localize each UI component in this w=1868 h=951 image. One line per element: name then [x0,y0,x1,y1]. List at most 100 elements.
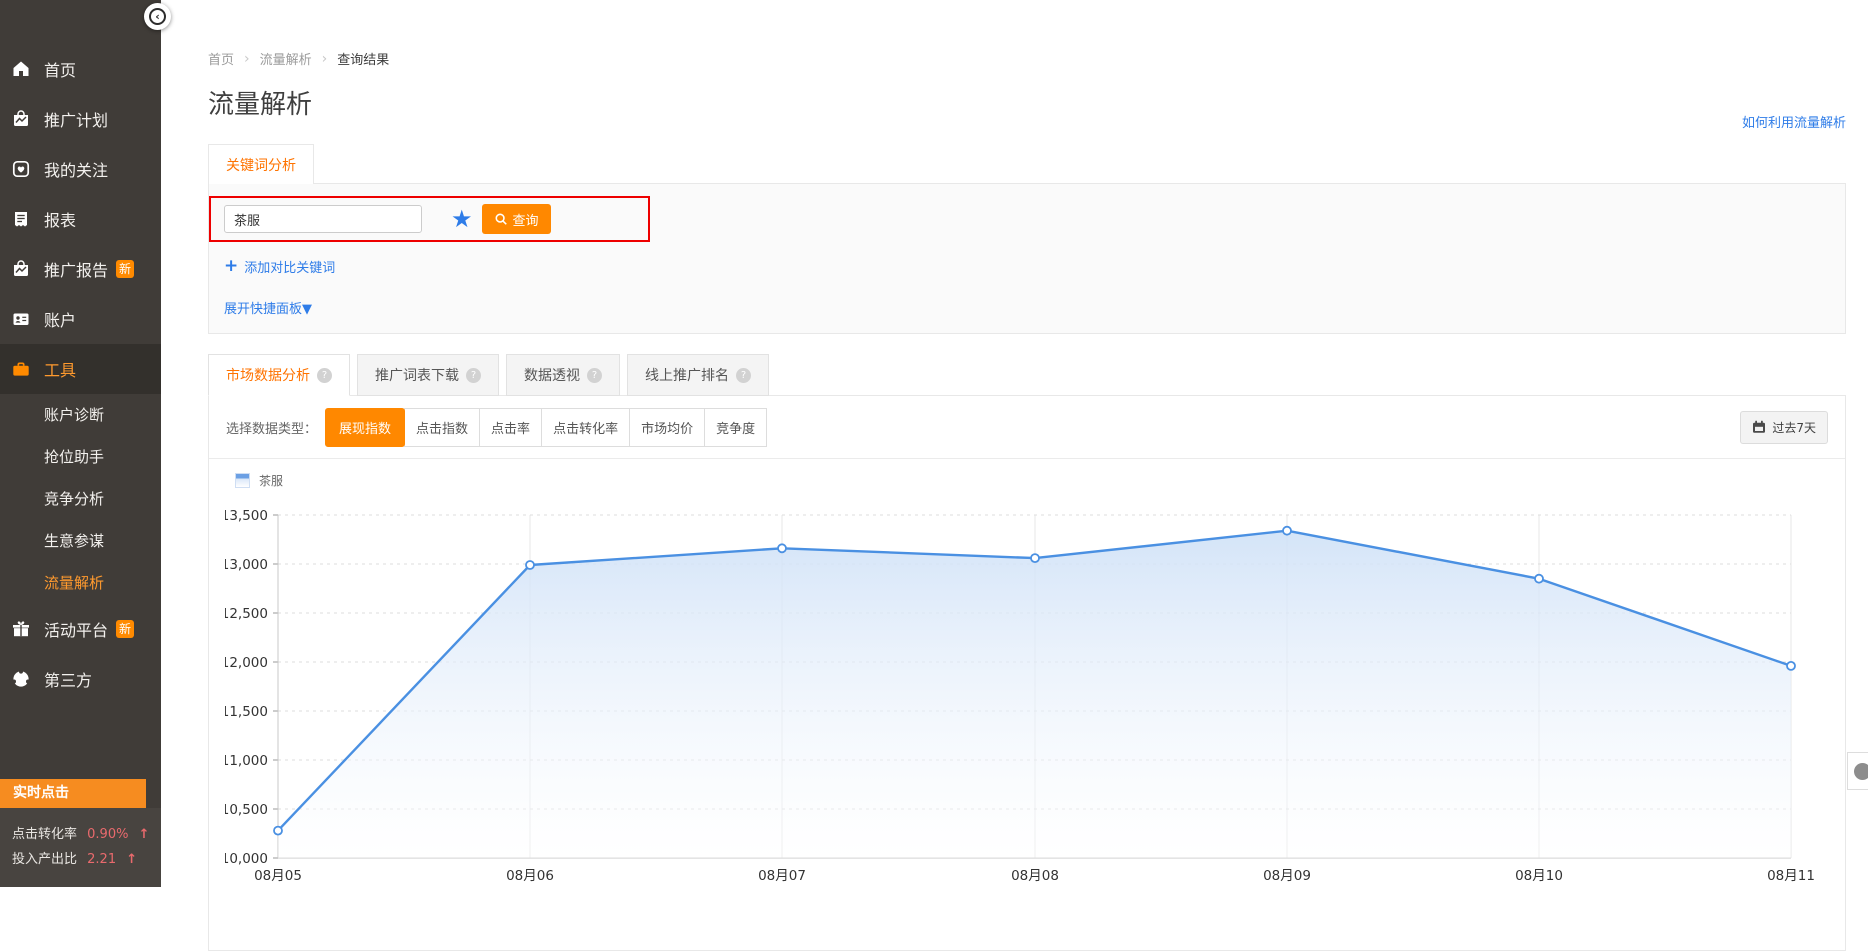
svg-text:10,500: 10,500 [225,802,268,818]
sidebar-item-activity-platform[interactable]: 活动平台 新 [0,604,161,654]
sidebar-item-label: 我的关注 [44,157,108,181]
svg-text:08月07: 08月07 [758,868,806,884]
sidebar-collapse-button[interactable]: ‹ [144,3,171,30]
date-range-label: 过去7天 [1772,419,1816,436]
sidebar-item-home[interactable]: 首页 [0,44,161,94]
sidebar-item-label: 推广计划 [44,107,108,131]
breadcrumb: 首页 › 流量解析 › 查询结果 [208,49,1846,68]
svg-text:11,000: 11,000 [225,753,268,769]
stat-value: 0.90% [87,827,128,842]
help-icon[interactable]: ? [317,368,332,383]
svg-text:08月05: 08月05 [254,868,302,884]
sidebar-subitem-rank-assistant[interactable]: 抢位助手 [0,436,161,478]
breadcrumb-separator: › [244,51,250,67]
expand-quick-panel-link[interactable]: 展开快捷面板▼ [224,298,1845,317]
new-badge: 新 [116,260,134,278]
sidebar-item-thirdparty[interactable]: 第三方 [0,654,161,704]
date-range-button[interactable]: 过去7天 [1740,411,1828,444]
keyword-panel: ★ 查询 + 添加对比关键词 展开快捷面板▼ [208,183,1846,334]
chart-panel: 选择数据类型： 展现指数 点击指数 点击率 点击转化率 市场均价 竞争度 过去7… [208,395,1846,951]
stat-roi: 投入产出比 2.21 ↑ [12,848,149,867]
up-arrow-icon: ↑ [126,852,137,867]
svg-text:11,500: 11,500 [225,704,268,720]
search-icon [494,212,508,226]
datatype-row: 选择数据类型： 展现指数 点击指数 点击率 点击转化率 市场均价 竞争度 过去7… [209,396,1845,459]
svg-text:12,000: 12,000 [225,655,268,671]
datatype-label: 选择数据类型： [226,418,317,437]
sidebar: ‹ 首页 推广计划 我的关注 报 [0,0,161,867]
sidebar-nav: 首页 推广计划 我的关注 报表 [0,0,161,704]
sidebar-item-tools[interactable]: 工具 [0,344,161,394]
tools-icon [11,359,31,379]
tab-market-data-analysis[interactable]: 市场数据分析 ? [208,354,350,396]
add-compare-keyword-link[interactable]: + 添加对比关键词 [224,257,1845,276]
up-arrow-icon: ↑ [139,827,150,842]
sidebar-item-account[interactable]: 账户 [0,294,161,344]
star-icon[interactable]: ★ [451,207,473,231]
floating-helper-widget[interactable] [1847,752,1868,790]
traffic-chart-svg: 13,500 13,000 12,500 12,000 11,500 11,000 10,5… [225,491,1845,893]
sidebar-item-favorites[interactable]: 我的关注 [0,144,161,194]
help-icon[interactable]: ? [736,368,751,383]
sidebar-item-label: 首页 [44,57,76,81]
realtime-stats-body: 点击转化率 0.90% ↑ 投入产出比 2.21 ↑ [0,808,161,887]
tab-label: 推广词表下载 [375,365,459,385]
svg-text:08月08: 08月08 [1011,868,1059,884]
breadcrumb-traffic-analysis[interactable]: 流量解析 [260,49,312,68]
svg-text:10,000: 10,000 [225,851,268,867]
helper-icon [1854,763,1868,780]
datatype-click-index[interactable]: 点击指数 [404,408,480,447]
sidebar-item-label: 活动平台 [44,617,108,641]
breadcrumb-home[interactable]: 首页 [208,49,234,68]
datatype-market-avg-price[interactable]: 市场均价 [629,408,705,447]
sidebar-subitem-business-advisor[interactable]: 生意参谋 [0,520,161,562]
stat-label: 投入产出比 [12,852,77,867]
stat-label: 点击转化率 [12,827,77,842]
breadcrumb-query-result: 查询结果 [337,49,389,68]
campaign-icon [11,109,31,129]
svg-text:12,500: 12,500 [225,606,268,622]
help-icon[interactable]: ? [466,368,481,383]
sidebar-item-reports[interactable]: 报表 [0,194,161,244]
report-icon [11,209,31,229]
how-to-use-link[interactable]: 如何利用流量解析 [1742,112,1846,131]
promo-report-icon [11,259,31,279]
svg-text:08月10: 08月10 [1515,868,1563,884]
tab-data-pivot[interactable]: 数据透视 ? [506,354,620,396]
query-button[interactable]: 查询 [482,204,551,234]
plus-icon: + [224,258,238,275]
tab-online-promo-ranking[interactable]: 线上推广排名 ? [627,354,769,396]
sidebar-item-promo-report[interactable]: 推广报告 新 [0,244,161,294]
svg-text:13,500: 13,500 [225,508,268,524]
home-icon [11,59,31,79]
datatype-competition[interactable]: 竞争度 [704,408,767,447]
datatype-button-group: 展现指数 点击指数 点击率 点击转化率 市场均价 竞争度 [326,408,767,447]
keyword-input[interactable] [224,205,422,233]
sidebar-item-label: 工具 [44,357,76,381]
chevron-left-icon: ‹ [149,8,166,25]
sidebar-subitem-traffic-analysis[interactable]: 流量解析 [0,562,161,604]
stat-click-conversion: 点击转化率 0.90% ↑ [12,823,149,842]
sidebar-subitem-account-diagnosis[interactable]: 账户诊断 [0,394,161,436]
account-icon [11,309,31,329]
sidebar-item-label: 账户 [44,307,76,331]
tab-label: 线上推广排名 [645,365,729,385]
result-tabs: 市场数据分析 ? 推广词表下载 ? 数据透视 ? 线上推广排名 ? [208,354,1846,396]
sidebar-item-campaigns[interactable]: 推广计划 [0,94,161,144]
datatype-click-rate[interactable]: 点击率 [479,408,542,447]
query-button-label: 查询 [513,210,539,229]
datatype-click-conversion[interactable]: 点击转化率 [541,408,630,447]
activity-icon [11,619,31,639]
main-content: 首页 › 流量解析 › 查询结果 流量解析 如何利用流量解析 关键词分析 ★ 查… [161,0,1868,867]
datatype-impression-index[interactable]: 展现指数 [325,408,405,447]
sidebar-item-label: 报表 [44,207,76,231]
svg-text:13,000: 13,000 [225,557,268,573]
svg-text:08月11: 08月11 [1767,868,1815,884]
tab-promo-wordlist-download[interactable]: 推广词表下载 ? [357,354,499,396]
sidebar-subitem-competition-analysis[interactable]: 竞争分析 [0,478,161,520]
tab-keyword-analysis[interactable]: 关键词分析 [208,144,314,184]
tab-label: 数据透视 [524,365,580,385]
sidebar-item-label: 第三方 [44,667,92,691]
realtime-click-header[interactable]: 实时点击 [0,779,146,808]
help-icon[interactable]: ? [587,368,602,383]
